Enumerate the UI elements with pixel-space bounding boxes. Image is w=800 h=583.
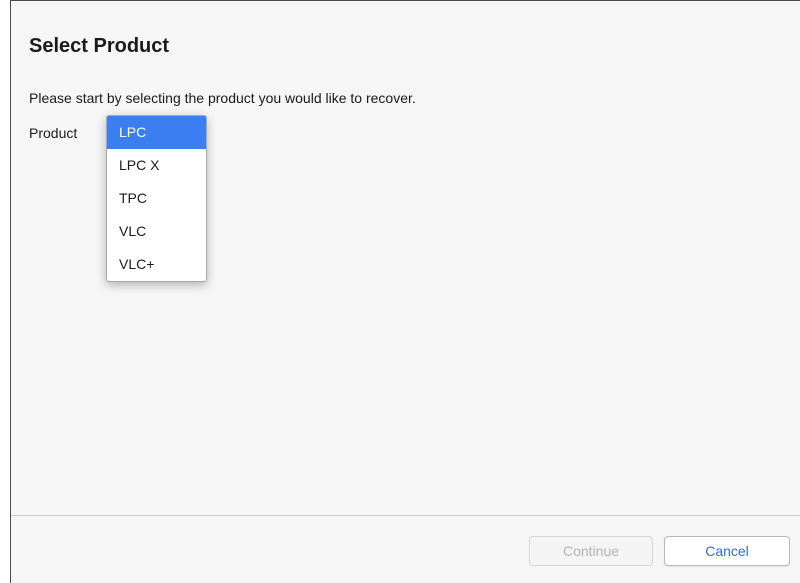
product-option-tpc[interactable]: TPC (107, 182, 206, 215)
continue-button[interactable]: Continue (529, 536, 653, 566)
product-option-lpc[interactable]: LPC (107, 116, 206, 149)
instructions-text: Please start by selecting the product yo… (29, 90, 416, 106)
select-product-dialog: Select Product Please start by selecting… (10, 0, 800, 583)
product-label: Product (29, 125, 78, 141)
product-dropdown-menu[interactable]: LPC LPC X TPC VLC VLC+ (106, 115, 207, 282)
footer-divider (11, 515, 800, 516)
product-option-vlc[interactable]: VLC (107, 215, 206, 248)
cancel-button[interactable]: Cancel (664, 536, 790, 566)
dialog-title: Select Product (29, 35, 170, 57)
product-option-vlc-plus[interactable]: VLC+ (107, 248, 206, 281)
product-option-lpc-x[interactable]: LPC X (107, 149, 206, 182)
